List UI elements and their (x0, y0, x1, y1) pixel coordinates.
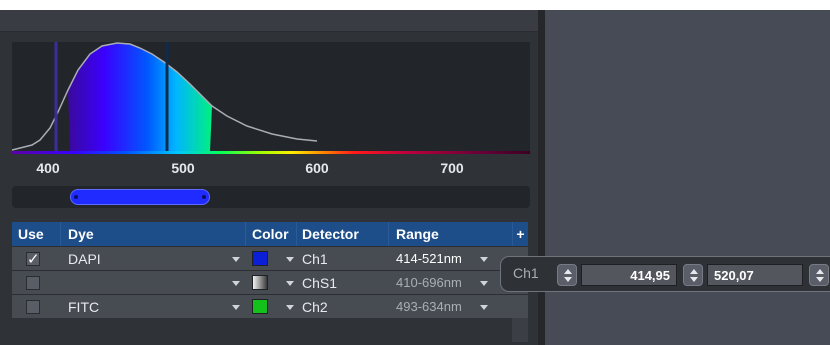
table-row: ChS1 410-696nm (12, 270, 528, 294)
use-checkbox[interactable] (26, 300, 40, 314)
tick-label-700: 700 (440, 160, 464, 176)
range-end-input[interactable]: 520,07 (707, 264, 803, 286)
header-dye: Dye (68, 226, 94, 242)
add-channel-button[interactable]: + (512, 222, 528, 246)
range-slider-bar[interactable] (70, 189, 210, 205)
color-dropdown-icon[interactable] (286, 257, 294, 262)
dye-name: FITC (68, 298, 100, 315)
color-dropdown-icon[interactable] (286, 305, 294, 310)
color-swatch[interactable] (252, 299, 268, 314)
range-start-input[interactable]: 414,95 (581, 264, 677, 286)
range-slider-right-handle[interactable] (202, 195, 206, 199)
right-panel (545, 10, 830, 345)
emission-spectrum-graph (12, 42, 530, 152)
header-color: Color (252, 226, 289, 242)
spin-up-icon[interactable] (564, 269, 572, 274)
dye-dropdown-icon[interactable] (232, 257, 240, 262)
spin-up-icon[interactable] (690, 269, 698, 274)
start-spinner[interactable] (557, 264, 577, 286)
checkmark-icon: ✓ (27, 251, 40, 268)
use-checkbox[interactable] (26, 276, 40, 290)
end-spinner[interactable] (683, 264, 703, 286)
header-use: Use (18, 226, 44, 242)
spin-down-icon[interactable] (690, 277, 698, 282)
color-swatch[interactable] (252, 275, 268, 290)
extra-spinner[interactable] (809, 264, 829, 286)
range-slider-left-handle[interactable] (74, 195, 78, 199)
spin-down-icon[interactable] (816, 277, 824, 282)
detector-name: ChS1 (302, 274, 338, 291)
wavelength-axis: 400 500 600 700 (12, 154, 530, 184)
spin-up-icon[interactable] (816, 269, 824, 274)
header-range: Range (396, 226, 439, 242)
dye-name: DAPI (68, 250, 101, 267)
panel-splitter[interactable] (538, 10, 545, 345)
range-dropdown-icon[interactable] (480, 281, 488, 286)
tick-label-600: 600 (305, 160, 329, 176)
range-value[interactable]: 414-521nm (396, 247, 462, 270)
color-dropdown-icon[interactable] (286, 281, 294, 286)
dye-table: Use Dye Color Detector Range + ✓ DAPI Ch… (12, 222, 528, 342)
range-value[interactable]: 410-696nm (396, 271, 462, 294)
dye-dropdown-icon[interactable] (232, 305, 240, 310)
color-swatch[interactable] (252, 251, 268, 266)
range-dropdown-icon[interactable] (480, 257, 488, 262)
tick-label-500: 500 (171, 160, 195, 176)
detector-name: Ch2 (302, 298, 328, 315)
range-value[interactable]: 493-634nm (396, 295, 462, 318)
table-row: FITC Ch2 493-634nm (12, 294, 528, 318)
table-row: ✓ DAPI Ch1 414-521nm (12, 246, 528, 270)
use-checkbox[interactable]: ✓ (26, 251, 40, 268)
header-detector: Detector (302, 226, 359, 242)
panel-topbar (0, 10, 538, 32)
emission-filled-area (68, 43, 212, 152)
popup-channel-label: Ch1 (513, 265, 539, 281)
dye-dropdown-icon[interactable] (232, 281, 240, 286)
table-header: Use Dye Color Detector Range (12, 222, 528, 246)
range-dropdown-icon[interactable] (480, 305, 488, 310)
range-editor-popup: Ch1 414,95 520,07 (500, 256, 830, 292)
detector-name: Ch1 (302, 250, 328, 267)
tick-label-400: 400 (36, 160, 60, 176)
spin-down-icon[interactable] (564, 277, 572, 282)
